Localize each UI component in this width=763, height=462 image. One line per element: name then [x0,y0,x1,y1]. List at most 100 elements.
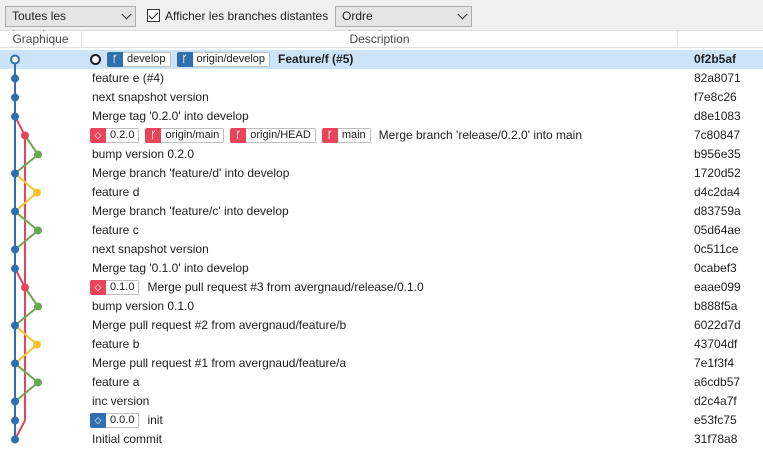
commit-node[interactable] [11,245,19,254]
commit-description: Merge branch 'feature/d' into develop [90,164,289,183]
commit-node[interactable] [11,321,19,330]
commit-description: Initial commit [90,430,162,449]
commit-description: ◇ 0.1.0 Merge pull request #3 from avergna… [90,278,424,297]
commit-row[interactable]: bump version 0.1.0 b888f5a [0,297,763,316]
commit-message: Feature/f (#5) [278,52,354,66]
commit-hash: d4c2da4 [694,185,741,199]
ref-badges: ◇ 0.1.0 [90,280,145,295]
order-dropdown[interactable]: Ordre chronologique [335,6,472,42]
commit-message: feature a [92,375,140,389]
commit-node[interactable] [11,435,19,444]
commit-row[interactable]: Merge branch 'feature/c' into develop d83… [0,202,763,221]
commit-graph [10,54,42,444]
commit-hash: d2c4a7f [694,394,737,408]
commit-hash: 6022d7d [694,318,741,332]
ref-badges: ◇ 0.0.0 [90,413,145,428]
commit-row[interactable]: feature d d4c2da4 [0,183,763,202]
commit-node[interactable] [21,131,29,140]
tag-badge[interactable]: ◇ 0.0.0 [90,413,140,428]
commit-message: Merge tag '0.1.0' into develop [92,261,249,275]
commit-row[interactable]: next snapshot version f7e8c26 [0,88,763,107]
show-remote-checkbox[interactable] [147,9,160,22]
head-indicator-icon [90,54,101,65]
branch-badge[interactable]: ᚴ develop [107,52,171,67]
branch-badge[interactable]: ᚴ origin/HEAD [230,128,316,143]
commit-node[interactable] [11,112,19,121]
commit-hash: f7e8c26 [694,90,737,104]
commit-node[interactable] [11,264,19,273]
commit-row[interactable]: Merge branch 'feature/d' into develop 172… [0,164,763,183]
commit-description: Merge pull request #1 from avergnaud/fea… [90,354,346,373]
commit-row[interactable]: feature e (#4) 82a8071 [0,69,763,88]
commit-node[interactable] [11,74,19,83]
graph-edge [14,210,39,232]
commit-description: Merge branch 'feature/c' into develop [90,202,289,221]
commit-row[interactable]: ◇ 0.1.0 Merge pull request #3 from avergna… [0,278,763,297]
commit-description: next snapshot version [90,240,209,259]
commit-row[interactable]: feature a a6cdb57 [0,373,763,392]
commit-description: feature a [90,373,139,392]
chevron-down-icon [121,9,132,20]
graph-edge [14,229,39,251]
commit-row[interactable]: Merge pull request #2 from avergnaud/fea… [0,316,763,335]
commit-node[interactable] [11,359,19,368]
commit-row[interactable]: Merge tag '0.1.0' into develop 0cabef3 [0,259,763,278]
commit-row[interactable]: Initial commit 31f78a8 [0,430,763,449]
commit-row[interactable]: inc version d2c4a7f [0,392,763,411]
commit-message: feature e (#4) [92,71,165,85]
commit-message: feature d [92,185,140,199]
ref-label: 0.2.0 [106,128,140,143]
branch-badge[interactable]: ᚴ main [321,128,371,143]
commit-node[interactable] [10,54,20,65]
chevron-down-icon [457,9,468,20]
commit-node[interactable] [21,283,29,292]
commit-row[interactable]: ◇ 0.0.0 init e53fc75 [0,411,763,430]
tag-icon: ◇ [90,280,106,295]
branch-badge[interactable]: ᚴ origin/develop [176,52,271,67]
commit-message: next snapshot version [92,242,209,256]
branch-icon: ᚴ [230,128,247,143]
commit-row[interactable]: ᚴ develop ᚴ origin/develop Feature/f (#5) 0f2… [0,50,763,69]
commit-node[interactable] [33,340,41,349]
show-remote-label: Afficher les branches distantes [165,9,329,23]
tag-badge[interactable]: ◇ 0.1.0 [90,280,140,295]
column-description-header[interactable]: Description [82,31,678,48]
commit-row[interactable]: ◇ 0.2.0 ᚴ origin/main ᚴ origin/HEAD ᚴ main Merge… [0,126,763,145]
commit-hash: d83759a [694,204,741,218]
commit-node[interactable] [11,207,19,216]
commit-node[interactable] [11,397,19,406]
commit-row[interactable]: feature c 05d64ae [0,221,763,240]
commit-node[interactable] [34,150,42,159]
commit-node[interactable] [11,93,19,102]
commit-node[interactable] [11,416,19,425]
commit-message: bump version 0.2.0 [92,147,195,161]
commit-hash: e53fc75 [694,413,737,427]
commit-message: Merge branch 'feature/d' into develop [92,166,290,180]
commit-description: bump version 0.1.0 [90,297,194,316]
commit-message: Merge pull request #1 from avergnaud/fea… [92,356,347,370]
commit-description: ᚴ develop ᚴ origin/develop Feature/f (#5) [90,50,353,69]
commit-row[interactable]: feature b 43704df [0,335,763,354]
graph-edge [14,305,39,327]
commit-node[interactable] [11,169,19,178]
branches-filter-dropdown[interactable]: Toutes les branches [5,6,136,42]
commit-node[interactable] [33,188,41,197]
branch-badge[interactable]: ᚴ origin/main [145,128,225,143]
commit-row[interactable]: bump version 0.2.0 b956e35 [0,145,763,164]
commit-node[interactable] [34,226,42,235]
commit-row[interactable]: Merge pull request #1 from avergnaud/fea… [0,354,763,373]
ref-badges: ᚴ develop ᚴ origin/develop [107,52,276,67]
ref-label: origin/HEAD [246,128,316,143]
commit-node[interactable] [34,378,42,387]
commit-hash: 31f78a8 [694,432,738,446]
commit-hash: eaae099 [694,280,741,294]
tag-badge[interactable]: ◇ 0.2.0 [90,128,140,143]
commit-message: Merge pull request #3 from avergnaud/rel… [147,280,424,294]
column-graph-header[interactable]: Graphique [0,31,82,48]
commit-row[interactable]: Merge tag '0.2.0' into develop d8e1083 [0,107,763,126]
ref-label: develop [123,52,171,67]
toolbar: Toutes les branches Afficher les branche… [0,0,763,42]
commit-hash: 0cabef3 [694,261,737,275]
commit-row[interactable]: next snapshot version 0c511ce [0,240,763,259]
commit-node[interactable] [34,302,42,311]
